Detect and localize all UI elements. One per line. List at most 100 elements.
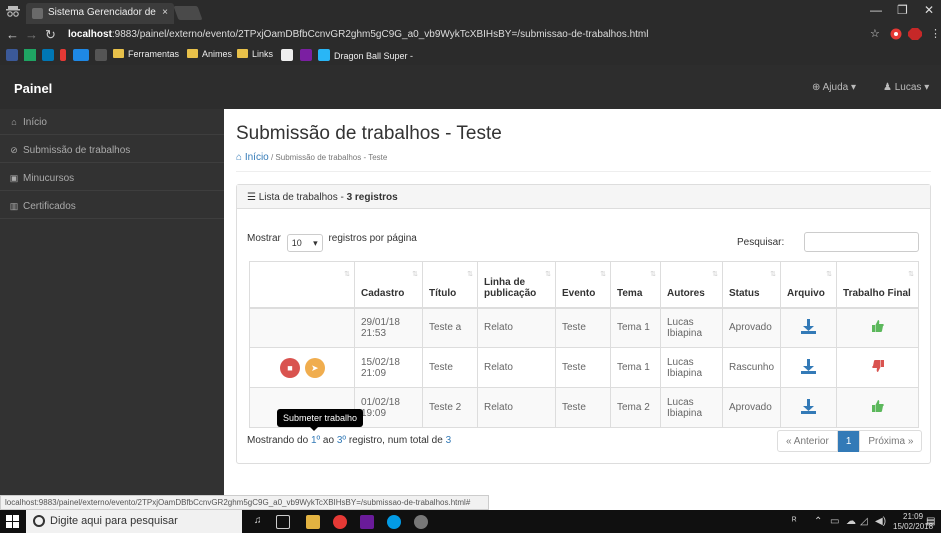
cell-arquivo (780, 307, 838, 348)
blackboard-icon: ▣ (9, 173, 19, 183)
people-icon[interactable]: ᴿ (792, 516, 797, 527)
windows-start-icon[interactable] (6, 515, 19, 528)
cell-cadastro: 29/01/18 21:53 (354, 307, 423, 348)
breadcrumb: ⌂ Início / Submissão de trabalhos - Test… (236, 152, 388, 163)
sidebar-item-certificados[interactable]: ▥ Certificados (0, 193, 224, 219)
delete-button[interactable]: ■ (280, 357, 300, 378)
cell-status: Rascunho (721, 347, 782, 388)
help-menu[interactable]: ⊕ Ajuda ▾ (812, 82, 856, 93)
page-1-button[interactable]: 1 (837, 431, 861, 452)
file-explorer-icon[interactable] (306, 515, 320, 529)
battery-icon: ▭ (830, 516, 840, 527)
facebook-bookmark-icon[interactable] (6, 49, 18, 61)
bookmark-icon[interactable] (281, 49, 293, 61)
skype-icon[interactable] (387, 515, 401, 529)
caret-down-icon: ▾ (848, 82, 856, 93)
app-icon[interactable] (414, 515, 428, 529)
back-icon[interactable]: ← (6, 27, 19, 42)
minimize-icon[interactable]: — (870, 3, 882, 17)
menu-icon[interactable]: ⋮ (930, 27, 941, 40)
cell-arquivo (780, 387, 838, 428)
notifications-icon[interactable]: ▤ (926, 516, 935, 527)
star-icon[interactable]: ☆ (870, 27, 880, 40)
main-content: Submissão de trabalhos - Teste ⌂ Início … (224, 109, 941, 495)
sort-icon: ⇅ (770, 271, 777, 278)
bookmark-icon[interactable] (60, 49, 66, 61)
user-menu[interactable]: ♟ Lucas ▾ (883, 82, 929, 93)
col-tema[interactable]: Tema ⇅ (610, 261, 661, 309)
sidebar-item-submissao[interactable]: ⊘ Submissão de trabalhos (0, 137, 224, 163)
close-window-icon[interactable]: ✕ (924, 3, 934, 17)
works-panel: ☰ Lista de trabalhos - 3 registros Mostr… (236, 184, 931, 464)
cell-tema: Tema 1 (610, 347, 661, 388)
cell-titulo: Teste a (422, 307, 478, 348)
sidebar-item-inicio[interactable]: ⌂ Início (0, 109, 224, 135)
app-navbar: Painel ⊕ Ajuda ▾ ♟ Lucas ▾ (0, 65, 941, 109)
microphone-icon[interactable]: ♫ (254, 515, 262, 526)
col-arquivo[interactable]: Arquivo ⇅ (780, 261, 838, 309)
chevron-up-icon[interactable]: ⌃ (814, 516, 822, 527)
search-label: Pesquisar: (737, 237, 785, 248)
search-input[interactable] (804, 232, 919, 252)
chart-icon: ▥ (9, 201, 19, 211)
bookmark-dragon-ball[interactable]: Dragon Ball Super - (318, 49, 413, 61)
browser-tab[interactable]: Sistema Gerenciador de × (26, 3, 174, 24)
col-linha[interactable]: Linha de publicação ⇅ (477, 261, 556, 309)
works-table: ⇅ Cadastro ⇅ Título ⇅ Linha de publicação ⇅… (249, 261, 919, 428)
sort-icon: ⇅ (344, 271, 350, 278)
forward-icon[interactable]: → (25, 27, 38, 42)
bookmark-icon[interactable] (95, 49, 107, 61)
bookmark-folder-ferramentas[interactable]: Ferramentas (113, 49, 179, 59)
table-row: 29/01/18 21:53 Teste a Relato Teste Tema… (249, 307, 919, 348)
url-host: localhost (68, 29, 112, 40)
adblock-icon[interactable] (908, 28, 922, 43)
bookmark-folder-animes[interactable]: Animes (187, 49, 232, 59)
url-field[interactable]: ⓘlocalhost:9883/painel/externo/evento/2T… (64, 27, 854, 43)
help-icon: ⊕ (812, 82, 823, 93)
maximize-icon[interactable]: ❐ (897, 3, 908, 17)
actions-cell: ■ ➤ (249, 347, 355, 388)
sidebar-item-minucursos[interactable]: ▣ Minucursos (0, 165, 224, 191)
prev-page-button[interactable]: « Anterior (778, 431, 838, 452)
col-actions[interactable]: ⇅ (249, 261, 355, 309)
network-icon: ◿ (860, 516, 868, 527)
col-titulo[interactable]: Título ⇅ (422, 261, 478, 309)
download-icon[interactable] (800, 398, 817, 415)
volume-icon[interactable]: ◀) (875, 516, 886, 527)
cell-titulo: Teste 2 (422, 387, 478, 428)
download-icon[interactable] (800, 318, 817, 335)
brand[interactable]: Painel (14, 81, 52, 96)
bookmark-folder-links[interactable]: Links (237, 49, 273, 59)
next-page-button[interactable]: Próxima » (860, 431, 921, 452)
cell-autores: Lucas Ibiapina (660, 347, 723, 388)
reload-icon[interactable]: ↻ (45, 27, 56, 43)
bookmark-icon[interactable] (300, 49, 312, 61)
sort-icon: ⇅ (908, 271, 914, 278)
linkedin-bookmark-icon[interactable] (42, 49, 54, 61)
cell-linha: Relato (477, 307, 556, 348)
tab-close-icon[interactable]: × (162, 7, 168, 18)
taskbar-search[interactable]: Digite aqui para pesquisar (26, 510, 242, 533)
download-icon[interactable] (800, 358, 817, 375)
new-tab-button[interactable] (173, 6, 203, 20)
visual-studio-icon[interactable] (360, 515, 374, 529)
cell-evento: Teste (555, 307, 611, 348)
breadcrumb-home[interactable]: ⌂ Início (236, 152, 269, 163)
submit-work-button[interactable]: ➤ (304, 357, 325, 378)
col-status[interactable]: Status ⇅ (721, 261, 782, 309)
drive-bookmark-icon[interactable] (24, 49, 36, 61)
page-length-select[interactable]: 10 ▾ (286, 234, 323, 252)
sort-icon: ⇅ (826, 271, 833, 278)
bookmark-icon[interactable] (73, 49, 89, 61)
col-trabalho-final[interactable]: Trabalho Final ⇅ (836, 261, 919, 309)
col-autores[interactable]: Autores ⇅ (660, 261, 723, 309)
col-cadastro[interactable]: Cadastro ⇅ (354, 261, 423, 309)
chrome-icon[interactable] (333, 515, 347, 529)
cell-trabalho-final (836, 387, 919, 428)
taskbar: Digite aqui para pesquisar ♫ ᴿ ⌃ ▭ ☁ ◿ ◀… (0, 510, 941, 533)
extension-icon[interactable] (890, 28, 902, 43)
task-view-icon[interactable] (276, 515, 290, 529)
col-evento[interactable]: Evento ⇅ (555, 261, 611, 309)
bookmarks-bar: Ferramentas Animes Links Dragon Ball Sup… (0, 46, 941, 65)
paperclip-icon: ⊘ (10, 145, 18, 155)
